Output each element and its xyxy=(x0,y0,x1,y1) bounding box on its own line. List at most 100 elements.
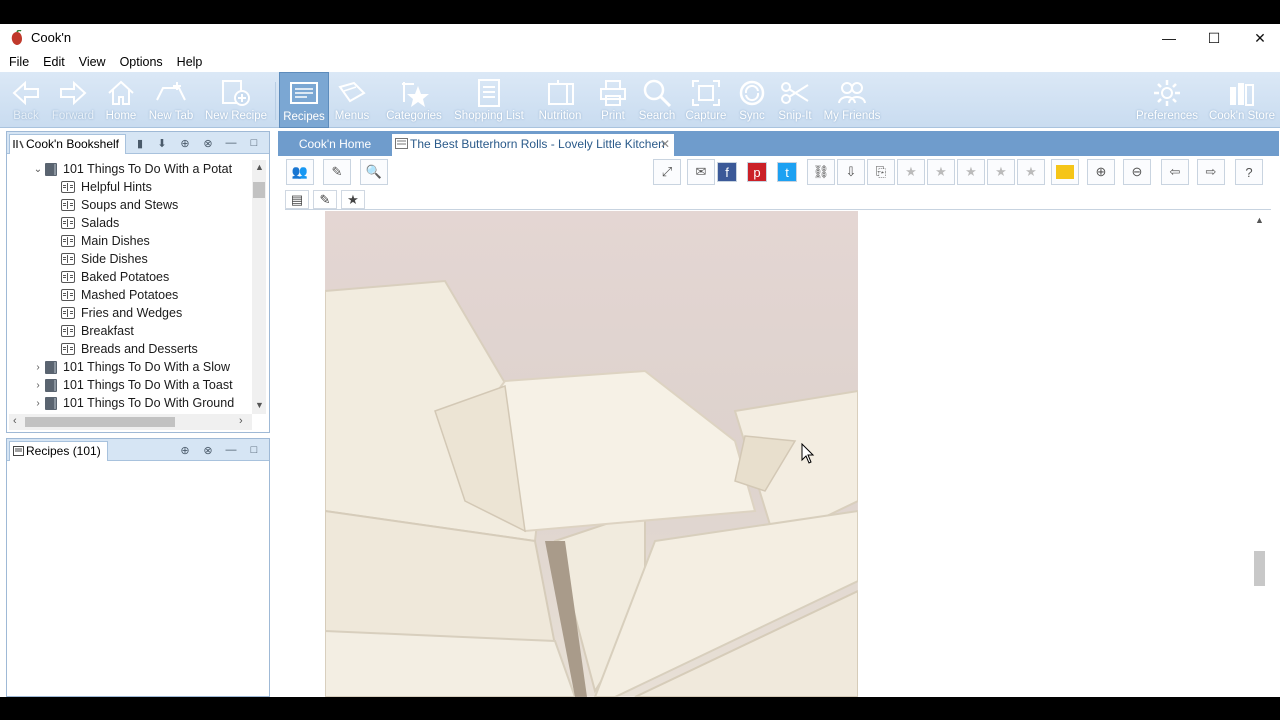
previous-recipe-icon[interactable]: ⇦ xyxy=(1161,159,1189,185)
tab-recipe[interactable]: The Best Butterhorn Rolls - Lovely Littl… xyxy=(392,134,674,156)
categories-button[interactable]: Categories xyxy=(384,72,444,128)
recipes-button[interactable]: Recipes xyxy=(279,72,329,128)
book-icon xyxy=(45,360,57,374)
zoom-out-icon[interactable]: ⊖ xyxy=(1123,159,1151,185)
forward-button[interactable]: Forward xyxy=(50,72,96,128)
copy-icon[interactable]: ⎘ xyxy=(867,159,895,185)
chevron-down-icon[interactable]: ⌄ xyxy=(31,164,45,175)
maximize-pane-icon[interactable]: □ xyxy=(247,443,261,457)
sticky-note-icon[interactable] xyxy=(1051,159,1079,185)
preferences-button[interactable]: Preferences xyxy=(1136,72,1198,128)
rating-star-2-icon[interactable]: ★ xyxy=(927,159,955,185)
tree-book-row[interactable]: › 101 Things To Do With a Toast xyxy=(31,376,232,394)
tree-book-row[interactable]: ⌄ 101 Things To Do With a Potat xyxy=(31,160,232,178)
minimize-pane-icon[interactable]: — xyxy=(224,443,238,457)
content-vertical-scrollbar[interactable]: ▲ xyxy=(1251,211,1267,697)
download-icon[interactable]: ⬇ xyxy=(155,136,169,150)
chevron-right-icon[interactable]: › xyxy=(31,380,45,391)
scroll-down-icon[interactable]: ▼ xyxy=(255,400,264,410)
snip-it-button[interactable]: Snip-It xyxy=(775,72,815,128)
bookshelf-vertical-scrollbar[interactable]: ▲ ▼ xyxy=(252,160,266,414)
favorite-star-icon[interactable]: ★ xyxy=(341,190,365,209)
next-recipe-icon[interactable]: ⇨ xyxy=(1197,159,1225,185)
remove-circle-icon[interactable]: ⊗ xyxy=(201,443,215,457)
menu-help[interactable]: Help xyxy=(170,52,210,72)
tree-book-row[interactable]: › 101 Things To Do With a Slow xyxy=(31,358,230,376)
close-button[interactable]: ✕ xyxy=(1237,24,1280,52)
toolbar-separator xyxy=(275,82,276,120)
search-button[interactable]: Search xyxy=(637,72,677,128)
add-circle-icon[interactable]: ⊕ xyxy=(178,443,192,457)
menu-edit[interactable]: Edit xyxy=(36,52,72,72)
tree-chapter-row[interactable]: Side Dishes xyxy=(61,250,148,268)
rating-star-5-icon[interactable]: ★ xyxy=(1017,159,1045,185)
tree-chapter-row[interactable]: Breakfast xyxy=(61,322,134,340)
tree-chapter-row[interactable]: Soups and Stews xyxy=(61,196,178,214)
scrollbar-thumb[interactable] xyxy=(25,417,175,427)
rating-star-1-icon[interactable]: ★ xyxy=(897,159,925,185)
menu-options[interactable]: Options xyxy=(113,52,170,72)
maximize-button[interactable]: ☐ xyxy=(1191,24,1237,52)
close-tab-icon[interactable]: ✕ xyxy=(660,137,670,151)
scroll-left-icon[interactable]: ‹ xyxy=(13,415,17,427)
tree-book-row[interactable]: › 101 Things To Do With Ground xyxy=(31,394,234,412)
tree-chapter-row[interactable]: Fries and Wedges xyxy=(61,304,182,322)
view-card-icon[interactable]: ▤ xyxy=(285,190,309,209)
bookshelf-horizontal-scrollbar[interactable]: ‹ › xyxy=(9,414,252,430)
link-icon[interactable]: ⛓ xyxy=(807,159,835,185)
tree-chapter-row[interactable]: Breads and Desserts xyxy=(61,340,198,358)
new-tab-button[interactable]: New Tab xyxy=(146,72,196,128)
scrollbar-thumb[interactable] xyxy=(1254,551,1265,586)
zoom-in-icon[interactable]: ⊕ xyxy=(1087,159,1115,185)
tree-chapter-row[interactable]: Helpful Hints xyxy=(61,178,152,196)
minimize-pane-icon[interactable]: — xyxy=(224,136,238,150)
home-button[interactable]: Home xyxy=(101,72,141,128)
back-button[interactable]: Back xyxy=(4,72,48,128)
email-icon[interactable]: ✉ xyxy=(687,159,715,185)
facebook-icon[interactable]: f xyxy=(717,162,737,182)
print-button[interactable]: Print xyxy=(594,72,632,128)
nutrition-button[interactable]: Nutrition xyxy=(534,72,586,128)
sync-button[interactable]: Sync xyxy=(734,72,770,128)
shopping-list-button[interactable]: Shopping List xyxy=(450,72,528,128)
scroll-up-icon[interactable]: ▲ xyxy=(255,162,264,172)
chevron-right-icon[interactable]: › xyxy=(31,398,45,409)
fullscreen-icon[interactable]: ⤢ xyxy=(653,159,681,185)
tree-chapter-row[interactable]: Main Dishes xyxy=(61,232,150,250)
book-icon[interactable]: ▮ xyxy=(133,136,147,150)
snip-it-label: Snip-It xyxy=(778,110,812,122)
recipes-tab[interactable]: Recipes (101) xyxy=(9,441,108,461)
friends-share-icon[interactable]: 👥 xyxy=(286,159,314,185)
my-friends-button[interactable]: My Friends xyxy=(822,72,882,128)
pinterest-icon[interactable]: p xyxy=(747,162,767,182)
maximize-pane-icon[interactable]: □ xyxy=(247,136,261,150)
new-recipe-button[interactable]: New Recipe xyxy=(202,72,270,128)
menu-view[interactable]: View xyxy=(72,52,113,72)
rating-star-4-icon[interactable]: ★ xyxy=(987,159,1015,185)
twitter-icon[interactable]: t xyxy=(777,162,797,182)
add-circle-icon[interactable]: ⊕ xyxy=(178,136,192,150)
home-icon xyxy=(104,76,138,110)
edit-recipe-icon[interactable]: ✎ xyxy=(323,159,351,185)
remove-circle-icon[interactable]: ⊗ xyxy=(201,136,215,150)
edit-pencil-icon[interactable]: ✎ xyxy=(313,190,337,209)
scrollbar-thumb[interactable] xyxy=(253,182,265,198)
tree-chapter-row[interactable]: Mashed Potatoes xyxy=(61,286,178,304)
minimize-button[interactable]: — xyxy=(1146,24,1192,52)
bookshelf-tab[interactable]: Cook'n Bookshelf xyxy=(9,134,127,154)
menu-file[interactable]: File xyxy=(2,52,36,72)
chevron-right-icon[interactable]: › xyxy=(31,362,45,373)
scroll-right-icon[interactable]: › xyxy=(239,415,243,427)
tab-cookn-home[interactable]: Cook'n Home xyxy=(280,134,390,156)
scroll-up-icon[interactable]: ▲ xyxy=(1255,215,1264,225)
rating-star-3-icon[interactable]: ★ xyxy=(957,159,985,185)
tree-chapter-row[interactable]: Salads xyxy=(61,214,119,232)
help-icon[interactable]: ? xyxy=(1235,159,1263,185)
tree-chapter-row[interactable]: Baked Potatoes xyxy=(61,268,169,286)
magnifier-icon[interactable]: 🔍 xyxy=(360,159,388,185)
menus-button[interactable]: Menus xyxy=(331,72,373,128)
bookshelf-icon xyxy=(13,140,24,149)
import-icon[interactable]: ⇩ xyxy=(837,159,865,185)
capture-button[interactable]: Capture xyxy=(684,72,728,128)
cookn-store-button[interactable]: Cook'n Store xyxy=(1207,72,1277,128)
